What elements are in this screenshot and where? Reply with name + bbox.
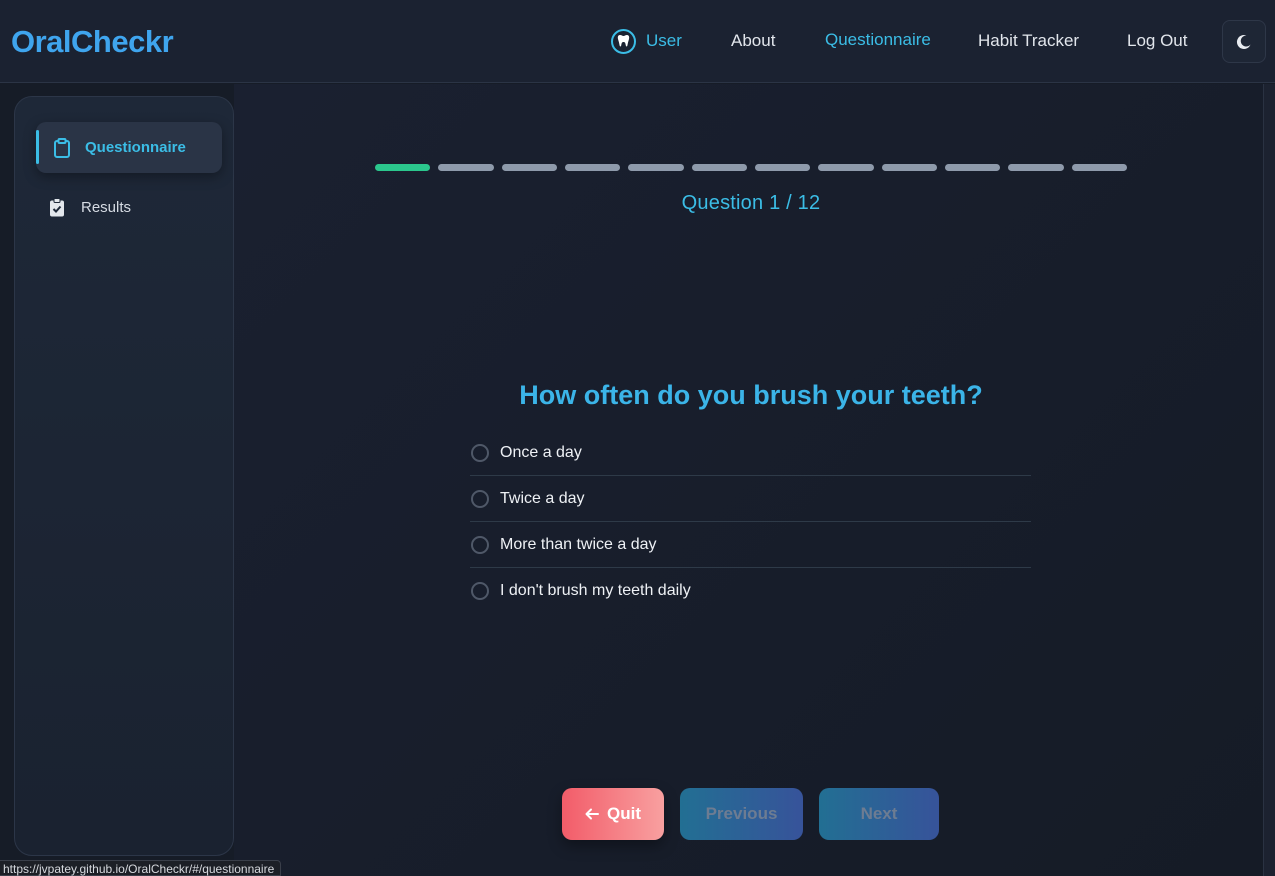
progress-segment: [628, 164, 684, 171]
nav-user-link[interactable]: User: [611, 28, 682, 54]
nav-logout-link[interactable]: Log Out: [1127, 31, 1188, 51]
quit-button[interactable]: Quit: [562, 788, 664, 840]
sidebar-item-label: Results: [81, 199, 132, 216]
answer-option[interactable]: I don't brush my teeth daily: [470, 568, 1031, 614]
progress-segment: [438, 164, 494, 171]
arrow-left-icon: [585, 808, 599, 820]
answer-option-label: Once a day: [500, 443, 582, 461]
sidebar-item-questionnaire[interactable]: Questionnaire: [36, 122, 222, 173]
top-navbar: OralCheckr User About Questionnaire Habi…: [0, 0, 1275, 83]
question-counter: Question 1 / 12: [681, 192, 821, 214]
sidebar-item-results[interactable]: Results: [36, 182, 222, 233]
status-bar-url: https://jvpatey.github.io/OralCheckr/#/q…: [0, 860, 282, 876]
theme-toggle-button[interactable]: [1222, 20, 1266, 63]
sidebar-item-label: Questionnaire: [85, 139, 186, 156]
moon-icon: [1236, 34, 1252, 50]
nav-habit-tracker-link[interactable]: Habit Tracker: [978, 31, 1079, 51]
answer-option-label: Twice a day: [500, 489, 585, 507]
answer-option[interactable]: Once a day: [470, 430, 1031, 476]
clipboard-check-icon: [49, 197, 67, 218]
progress-segment: [881, 164, 937, 171]
radio-button[interactable]: [471, 443, 489, 462]
quit-button-label: Quit: [607, 804, 641, 823]
radio-button[interactable]: [471, 535, 489, 554]
next-button[interactable]: Next: [819, 788, 939, 840]
progress-segment: [1071, 164, 1127, 171]
nav-questionnaire-link[interactable]: Questionnaire: [825, 30, 931, 50]
radio-button[interactable]: [471, 582, 489, 600]
app-logo[interactable]: OralCheckr: [11, 24, 174, 60]
progress-segment: [1008, 164, 1064, 171]
clipboard-icon: [53, 137, 71, 158]
tooth-icon: [611, 28, 636, 54]
progress-segment: [944, 164, 1001, 171]
answer-option-label: More than twice a day: [500, 535, 657, 553]
previous-button[interactable]: Previous: [680, 788, 803, 840]
progress-segment: [818, 164, 874, 171]
answer-option[interactable]: Twice a day: [470, 476, 1031, 522]
nav-user-label: User: [646, 31, 682, 50]
progress-segment: [501, 164, 557, 171]
progress-segment: [564, 164, 621, 171]
answer-options: Once a day Twice a day More than twice a…: [470, 430, 1031, 614]
progress-segment: [691, 164, 747, 171]
question-title: How often do you brush your teeth?: [519, 380, 983, 410]
answer-option-label: I don't brush my teeth daily: [500, 582, 691, 599]
sidebar: Questionnaire Results: [14, 96, 234, 856]
answer-option[interactable]: More than twice a day: [470, 522, 1031, 568]
scrollbar[interactable]: [1263, 84, 1275, 876]
nav-about-link[interactable]: About: [731, 31, 775, 51]
progress-segment: [754, 164, 811, 171]
progress-segment: [375, 164, 431, 171]
radio-button[interactable]: [471, 489, 489, 508]
question-progress-bar: [375, 164, 1127, 172]
